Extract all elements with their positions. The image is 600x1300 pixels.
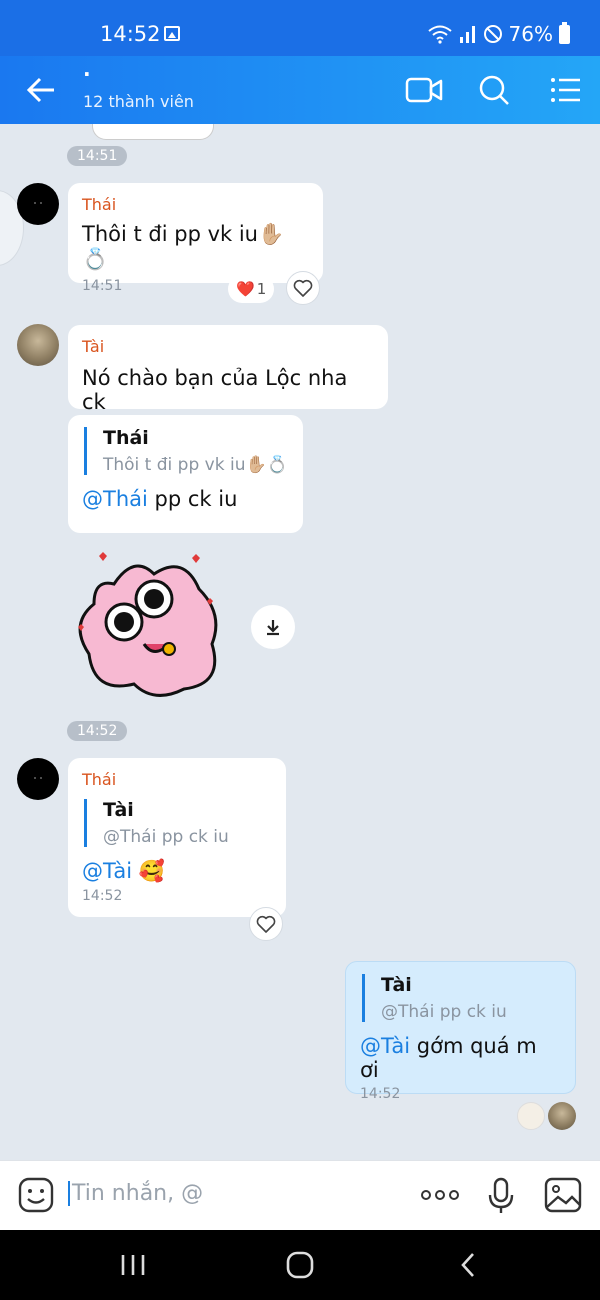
search-icon[interactable]: [474, 70, 514, 110]
menu-list-icon[interactable]: [546, 70, 586, 110]
like-button[interactable]: [286, 271, 320, 305]
quoted-text: @Thái pp ck iu: [103, 827, 229, 847]
status-indicators: 76%: [427, 21, 570, 46]
reply-message-bubble[interactable]: Thái Tài @Thái pp ck iu @Tài 🥰 14:52: [68, 758, 286, 917]
mention[interactable]: @Thái: [82, 487, 148, 511]
group-title[interactable]: ·: [83, 62, 91, 86]
message-time: 14:51: [82, 278, 123, 294]
message-text: @Tài gớm quá m ơi: [360, 1034, 561, 1082]
member-count[interactable]: 12 thành viên: [83, 92, 194, 111]
more-options-icon[interactable]: [420, 1189, 460, 1201]
message-bubble[interactable]: Tài Nó chào bạn của Lộc nha ck: [68, 325, 388, 414]
avatar-tai[interactable]: [17, 324, 59, 366]
battery-icon: [559, 21, 570, 44]
quoted-text: Thôi t đi pp vk iu✋🏼💍: [103, 455, 288, 475]
heart-reaction-icon: ❤️: [236, 280, 255, 298]
time-divider: 14:51: [67, 146, 128, 166]
quoted-message[interactable]: Thái Thôi t đi pp vk iu✋🏼💍: [84, 427, 289, 475]
sticker-image[interactable]: [74, 544, 234, 704]
seen-avatar[interactable]: [517, 1102, 545, 1130]
time-divider: 14:52: [67, 721, 128, 741]
back-nav-icon[interactable]: [456, 1250, 480, 1280]
microphone-icon[interactable]: [487, 1177, 515, 1215]
message-text: @Thái pp ck iu: [82, 487, 289, 511]
signal-icon: [459, 26, 475, 43]
avatar-thai[interactable]: [17, 183, 59, 225]
sender-name: Thái: [82, 770, 117, 789]
recent-apps-icon[interactable]: [118, 1252, 148, 1278]
video-call-icon[interactable]: [404, 70, 444, 110]
like-button[interactable]: [249, 907, 283, 941]
message-body: 🥰: [132, 859, 165, 883]
message-bubble[interactable]: Thái Thôi t đi pp vk iu✋🏼💍 14:51: [68, 183, 323, 294]
quoted-message[interactable]: Tài @Thái pp ck iu: [84, 799, 272, 847]
chat-header: · 12 thành viên: [0, 56, 600, 124]
sent-message-bubble[interactable]: Tài @Thái pp ck iu @Tài gớm quá m ơi 14:…: [345, 961, 576, 1102]
system-nav-bar: [0, 1230, 600, 1300]
quoted-sender: Thái: [103, 427, 149, 449]
sticker-partial: [92, 124, 214, 140]
status-bar: 14:52 76%: [0, 0, 600, 56]
avatar-thai[interactable]: [17, 758, 59, 800]
message-text: Thôi t đi pp vk iu✋🏼💍: [82, 222, 285, 271]
image-notification-icon: [164, 26, 180, 41]
status-time: 14:52: [100, 22, 161, 46]
mention[interactable]: @Tài: [360, 1034, 410, 1058]
message-time: 14:52: [82, 888, 123, 904]
message-input-bar: Tin nhắn, @: [0, 1160, 600, 1230]
do-not-disturb-icon: [483, 25, 502, 43]
heart-outline-icon: [256, 915, 276, 933]
mention[interactable]: @Tài: [82, 859, 132, 883]
quoted-message[interactable]: Tài @Thái pp ck iu: [362, 974, 561, 1022]
download-button[interactable]: [251, 605, 295, 649]
sender-name: Thái: [82, 195, 117, 214]
battery-percent: 76%: [508, 22, 553, 46]
heart-outline-icon: [293, 279, 313, 297]
message-body: pp ck iu: [147, 487, 238, 511]
quoted-text: @Thái pp ck iu: [381, 1002, 507, 1022]
image-gallery-icon[interactable]: [544, 1177, 582, 1213]
seen-avatar[interactable]: [548, 1102, 576, 1130]
message-text: @Tài 🥰: [82, 859, 272, 884]
back-arrow-icon[interactable]: [22, 70, 62, 110]
reaction-count: 1: [256, 280, 267, 298]
sticker-emoji-icon[interactable]: [18, 1177, 54, 1213]
sender-name: Tài: [82, 337, 105, 356]
wifi-icon: [427, 25, 452, 44]
reply-message-bubble[interactable]: Thái Thôi t đi pp vk iu✋🏼💍 @Thái pp ck i…: [68, 415, 303, 533]
message-text: Nó chào bạn của Lộc nha ck: [82, 366, 348, 414]
message-time: 14:52: [360, 1086, 401, 1102]
quoted-sender: Tài: [103, 799, 134, 821]
message-list[interactable]: 14:51 Thái Thôi t đi pp vk iu✋🏼💍 14:51 ❤…: [0, 124, 600, 1160]
message-input[interactable]: Tin nhắn, @: [68, 1181, 203, 1206]
reaction-summary[interactable]: ❤️ 1: [228, 275, 275, 303]
quoted-sender: Tài: [381, 974, 412, 996]
home-icon[interactable]: [285, 1250, 315, 1280]
download-icon: [267, 620, 279, 636]
